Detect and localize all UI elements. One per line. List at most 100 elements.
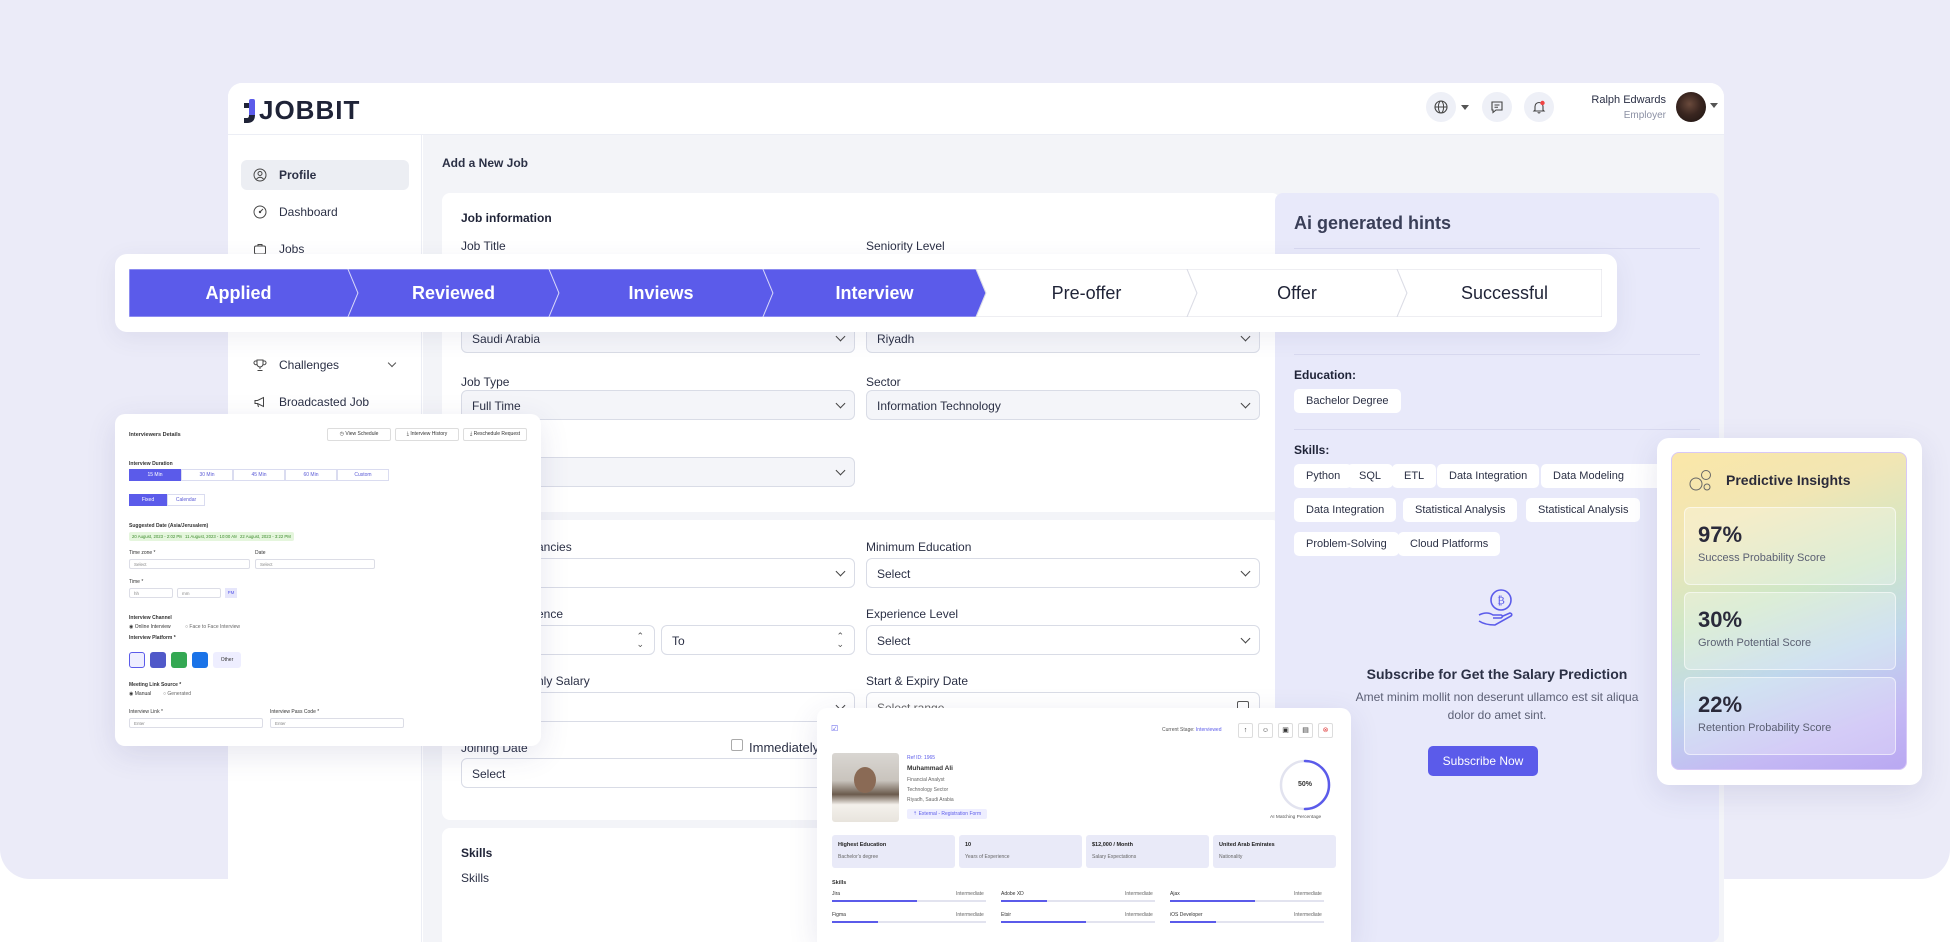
user-icon[interactable]: ☺ — [1258, 723, 1273, 738]
interview-history-button[interactable]: ⤓ Interview History — [395, 428, 459, 441]
meet-platform-icon[interactable] — [171, 652, 187, 668]
user-avatar[interactable] — [1676, 92, 1706, 122]
trophy-icon — [253, 359, 267, 371]
source-link[interactable]: ⇡ External - Registration Form — [907, 809, 988, 819]
webex-platform-icon[interactable] — [192, 652, 208, 668]
experience-to-input[interactable]: To ⌃ ⌄ — [661, 625, 855, 655]
skill-name: Adobe XD — [1001, 891, 1024, 897]
zoom-platform-icon[interactable] — [129, 652, 145, 668]
duration-45[interactable]: 45 Min — [233, 469, 285, 481]
chevron-down-icon — [835, 331, 846, 342]
link-source-label: Meeting Link Source * — [129, 682, 182, 688]
skills-title: Skills — [832, 880, 847, 886]
logo-mark-icon — [244, 98, 255, 123]
subscribe-button[interactable]: Subscribe Now — [1428, 746, 1538, 776]
duration-15[interactable]: 15 Min — [129, 469, 181, 481]
action-label: View Schedule — [345, 431, 379, 437]
experience-level-label: Experience Level — [866, 607, 959, 621]
duration-60[interactable]: 60 Min — [285, 469, 337, 481]
language-chevron-icon[interactable] — [1461, 105, 1469, 110]
source-label: External - Registration Form — [918, 811, 982, 817]
stat-title: 10 — [965, 842, 972, 848]
time-hour-input[interactable]: hh — [129, 588, 173, 598]
duration-30[interactable]: 30 Min — [181, 469, 233, 481]
move-icon[interactable]: ↑ — [1238, 723, 1253, 738]
insight-value: 97% — [1698, 522, 1743, 547]
messages-button[interactable] — [1482, 92, 1512, 122]
suggested-date[interactable]: 20 August, 2023 - 2:02 PM — [129, 532, 186, 541]
skills-title: Skills — [461, 846, 493, 860]
sector-select[interactable]: Information Technology — [866, 390, 1260, 420]
link-source-manual[interactable]: ◉ Manual — [129, 691, 151, 697]
action-label: Interview History — [410, 431, 448, 437]
insight-success: 97% Success Probability Score — [1684, 507, 1896, 585]
user-menu-chevron-icon[interactable] — [1710, 103, 1718, 108]
sidebar-item-label: Challenges — [279, 358, 340, 372]
channel-face-to-face[interactable]: ○ Face to Face Interview — [185, 624, 240, 630]
joining-date-select[interactable]: Select — [461, 758, 855, 788]
video-icon[interactable]: ▣ — [1278, 723, 1293, 738]
pipeline-stage-pre-offer[interactable]: Pre-offer — [986, 269, 1187, 317]
bell-icon — [1532, 100, 1546, 114]
mode-fixed[interactable]: Fixed — [129, 494, 167, 506]
suggested-date[interactable]: 11 August, 2023 - 10:00 AM — [182, 532, 241, 541]
insight-value: 22% — [1698, 692, 1743, 717]
time-minute-input[interactable]: mm — [177, 588, 221, 598]
skill-bar-fill — [1001, 921, 1086, 923]
bubbles-icon — [1689, 470, 1711, 491]
channel-online[interactable]: ◉ Online Interview — [129, 624, 171, 630]
notifications-button[interactable] — [1524, 92, 1554, 122]
experience-level-select[interactable]: Select — [866, 625, 1260, 655]
pipeline-stage-inviews[interactable]: Inviews — [559, 269, 763, 317]
stepper-icon[interactable]: ⌃ ⌄ — [636, 632, 644, 649]
logo[interactable]: JOBBIT — [242, 95, 360, 126]
stat-nationality: United Arab Emirates Nationality — [1213, 835, 1336, 868]
document-icon[interactable]: ▤ — [1298, 723, 1313, 738]
link-source-generated[interactable]: ○ Generated — [163, 691, 191, 697]
language-button[interactable] — [1426, 92, 1456, 122]
min-education-select[interactable]: Select — [866, 558, 1260, 588]
pipeline-stage-interview[interactable]: Interview — [773, 269, 976, 317]
skill-name: Etsir — [1001, 912, 1011, 918]
timezone-select[interactable]: Select — [129, 559, 250, 569]
chevron-down-icon[interactable] — [387, 358, 397, 368]
pipeline-stage-applied[interactable]: Applied — [129, 269, 348, 317]
sidebar-item-broadcasted-job[interactable]: Broadcasted Job — [241, 387, 409, 417]
sector-label: Sector — [866, 375, 901, 389]
sidebar-item-challenges[interactable]: Challenges — [241, 350, 409, 380]
stat-title: Highest Education — [838, 842, 887, 848]
date-input[interactable]: Select — [255, 559, 375, 569]
skill-level: Intermediate — [1125, 912, 1153, 918]
profile-icon — [253, 168, 267, 182]
pipeline-stage-reviewed[interactable]: Reviewed — [358, 269, 549, 317]
duration-custom[interactable]: Custom — [337, 469, 389, 481]
stat-value: Salary Expectations — [1092, 854, 1137, 860]
sidebar-item-dashboard[interactable]: Dashboard — [241, 197, 409, 227]
skill-name: iOS Developer — [1170, 912, 1203, 918]
link-source-option-label: Manual — [134, 691, 152, 697]
mode-calendar[interactable]: Calendar — [167, 494, 205, 506]
select-checkbox-icon[interactable]: ☑ — [831, 724, 838, 733]
teams-platform-icon[interactable] — [150, 652, 166, 668]
reschedule-request-button[interactable]: ⤓ Reschedule Request — [463, 428, 527, 441]
suggested-label: Suggested Date (Asia/Jerusalem) — [129, 523, 209, 529]
skill-level: Intermediate — [1294, 891, 1322, 897]
skill-chip: Data Integration — [1294, 498, 1397, 522]
immediately-checkbox[interactable] — [731, 739, 743, 751]
divider — [1294, 354, 1700, 355]
pipeline-stage-offer[interactable]: Offer — [1197, 269, 1397, 317]
am-pm-toggle[interactable]: PM — [225, 588, 237, 598]
sidebar-item-profile[interactable]: Profile — [241, 160, 409, 190]
pipeline-stage-successful[interactable]: Successful — [1407, 269, 1602, 317]
view-schedule-button[interactable]: ◷ View Schedule — [327, 428, 391, 441]
skill-chip: Cloud Platforms — [1398, 532, 1501, 556]
stepper-icon[interactable]: ⌃ ⌄ — [836, 632, 844, 649]
suggested-date[interactable]: 22 August, 2023 - 3:22 PM — [237, 532, 294, 541]
chevron-down-icon — [835, 398, 846, 409]
link-input[interactable]: Enter — [129, 718, 263, 728]
other-platform-button[interactable]: Other — [213, 652, 241, 668]
skill-bar — [1170, 900, 1324, 902]
close-icon[interactable]: ⊗ — [1318, 723, 1333, 738]
passcode-input[interactable]: Enter — [270, 718, 404, 728]
city-value: Riyadh — [877, 332, 915, 346]
